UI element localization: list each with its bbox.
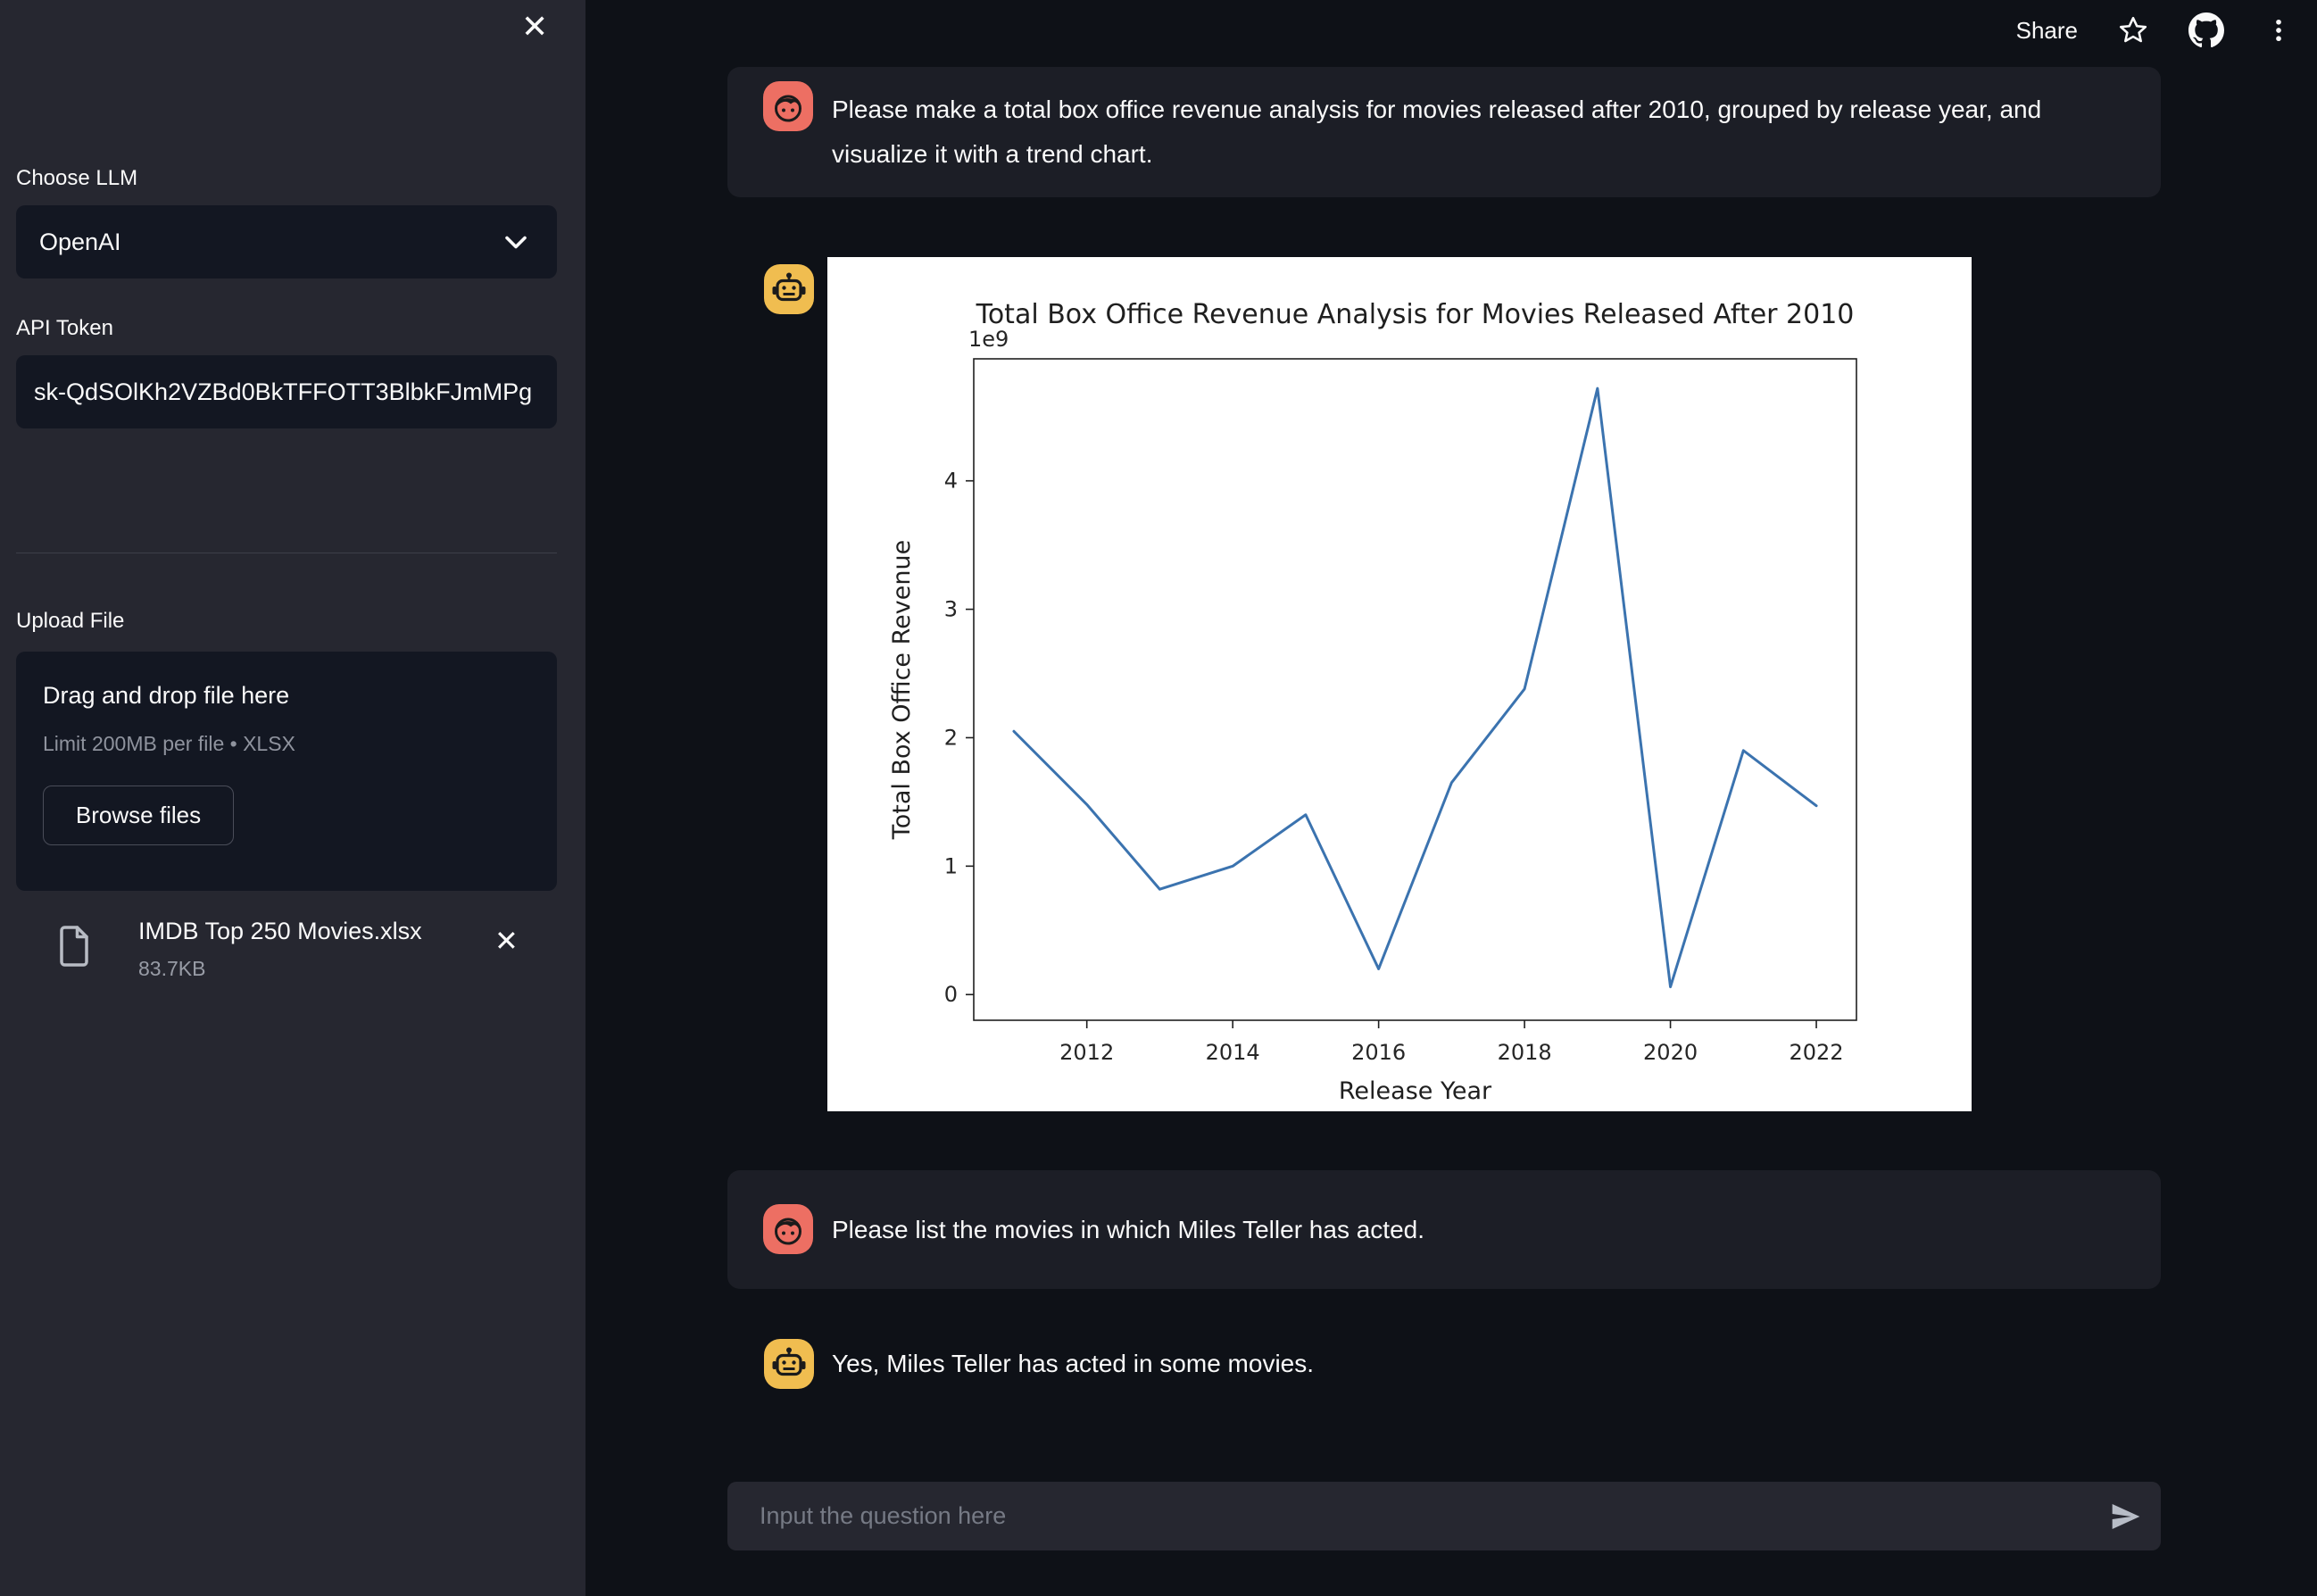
app-header: Share <box>2016 7 2294 54</box>
svg-text:2012: 2012 <box>1059 1040 1114 1065</box>
main-area: Share Please make a total box office rev… <box>585 0 2317 1596</box>
svg-text:2016: 2016 <box>1351 1040 1406 1065</box>
remove-file-icon[interactable]: ✕ <box>494 927 519 955</box>
svg-text:2018: 2018 <box>1498 1040 1552 1065</box>
uploaded-file-size: 83.7KB <box>138 957 206 980</box>
question-input-wrap <box>727 1482 2161 1550</box>
question-input[interactable] <box>727 1482 2161 1550</box>
llm-select-value: OpenAI <box>39 229 121 255</box>
sidebar-close-icon[interactable]: ✕ <box>521 11 548 43</box>
svg-text:4: 4 <box>944 469 958 494</box>
star-icon[interactable] <box>2117 14 2149 46</box>
svg-text:1: 1 <box>944 853 958 878</box>
svg-text:2020: 2020 <box>1643 1040 1698 1065</box>
assistant-avatar <box>764 264 814 314</box>
chat-message-assistant: Yes, Miles Teller has acted in some movi… <box>727 1339 2161 1389</box>
app-window: ✕ Choose LLM OpenAI API Token Upload Fil… <box>0 0 2317 1596</box>
share-button[interactable]: Share <box>2016 17 2078 45</box>
uploaded-file-row: IMDB Top 250 Movies.xlsx 83.7KB ✕ <box>0 910 585 1009</box>
chat-message-text: Please make a total box office revenue a… <box>832 96 2042 168</box>
svg-text:2: 2 <box>944 725 958 750</box>
svg-text:Total Box Office Revenue: Total Box Office Revenue <box>888 540 916 840</box>
dropzone-limit: Limit 200MB per file • XLSX <box>43 732 295 755</box>
llm-select[interactable]: OpenAI <box>16 205 557 278</box>
user-avatar <box>763 1204 813 1254</box>
choose-llm-label: Choose LLM <box>16 166 138 190</box>
github-icon[interactable] <box>2188 12 2224 48</box>
file-dropzone[interactable]: Drag and drop file here Limit 200MB per … <box>16 652 557 891</box>
svg-text:3: 3 <box>944 597 958 622</box>
api-token-label: API Token <box>16 316 113 340</box>
chat-message-user-2: Please list the movies in which Miles Te… <box>727 1170 2161 1289</box>
svg-text:1e9: 1e9 <box>968 327 1009 352</box>
api-token-input[interactable] <box>16 355 557 428</box>
svg-text:0: 0 <box>944 982 958 1007</box>
chevron-down-icon <box>503 235 528 255</box>
svg-text:2022: 2022 <box>1790 1040 1844 1065</box>
svg-text:2014: 2014 <box>1206 1040 1260 1065</box>
browse-files-button[interactable]: Browse files <box>43 786 234 845</box>
assistant-avatar <box>764 1339 814 1389</box>
line-chart: Total Box Office Revenue Analysis for Mo… <box>827 257 1972 1111</box>
uploaded-file-name: IMDB Top 250 Movies.xlsx <box>138 918 422 944</box>
sidebar: ✕ Choose LLM OpenAI API Token Upload Fil… <box>0 0 585 1596</box>
chat-message-text: Please list the movies in which Miles Te… <box>832 1215 1425 1243</box>
dropzone-title: Drag and drop file here <box>43 682 290 709</box>
trend-chart-image: Total Box Office Revenue Analysis for Mo… <box>827 257 1972 1111</box>
chat-message-text: Yes, Miles Teller has acted in some movi… <box>832 1350 1315 1377</box>
svg-text:Total Box Office Revenue Analy: Total Box Office Revenue Analysis for Mo… <box>976 299 1855 330</box>
user-avatar <box>763 81 813 131</box>
svg-text:Release Year: Release Year <box>1339 1077 1492 1105</box>
upload-file-label: Upload File <box>16 609 125 633</box>
kebab-menu-icon[interactable] <box>2263 15 2294 46</box>
send-icon[interactable] <box>2107 1499 2143 1539</box>
document-icon <box>55 923 93 974</box>
chat-message-user-1: Please make a total box office revenue a… <box>727 67 2161 197</box>
